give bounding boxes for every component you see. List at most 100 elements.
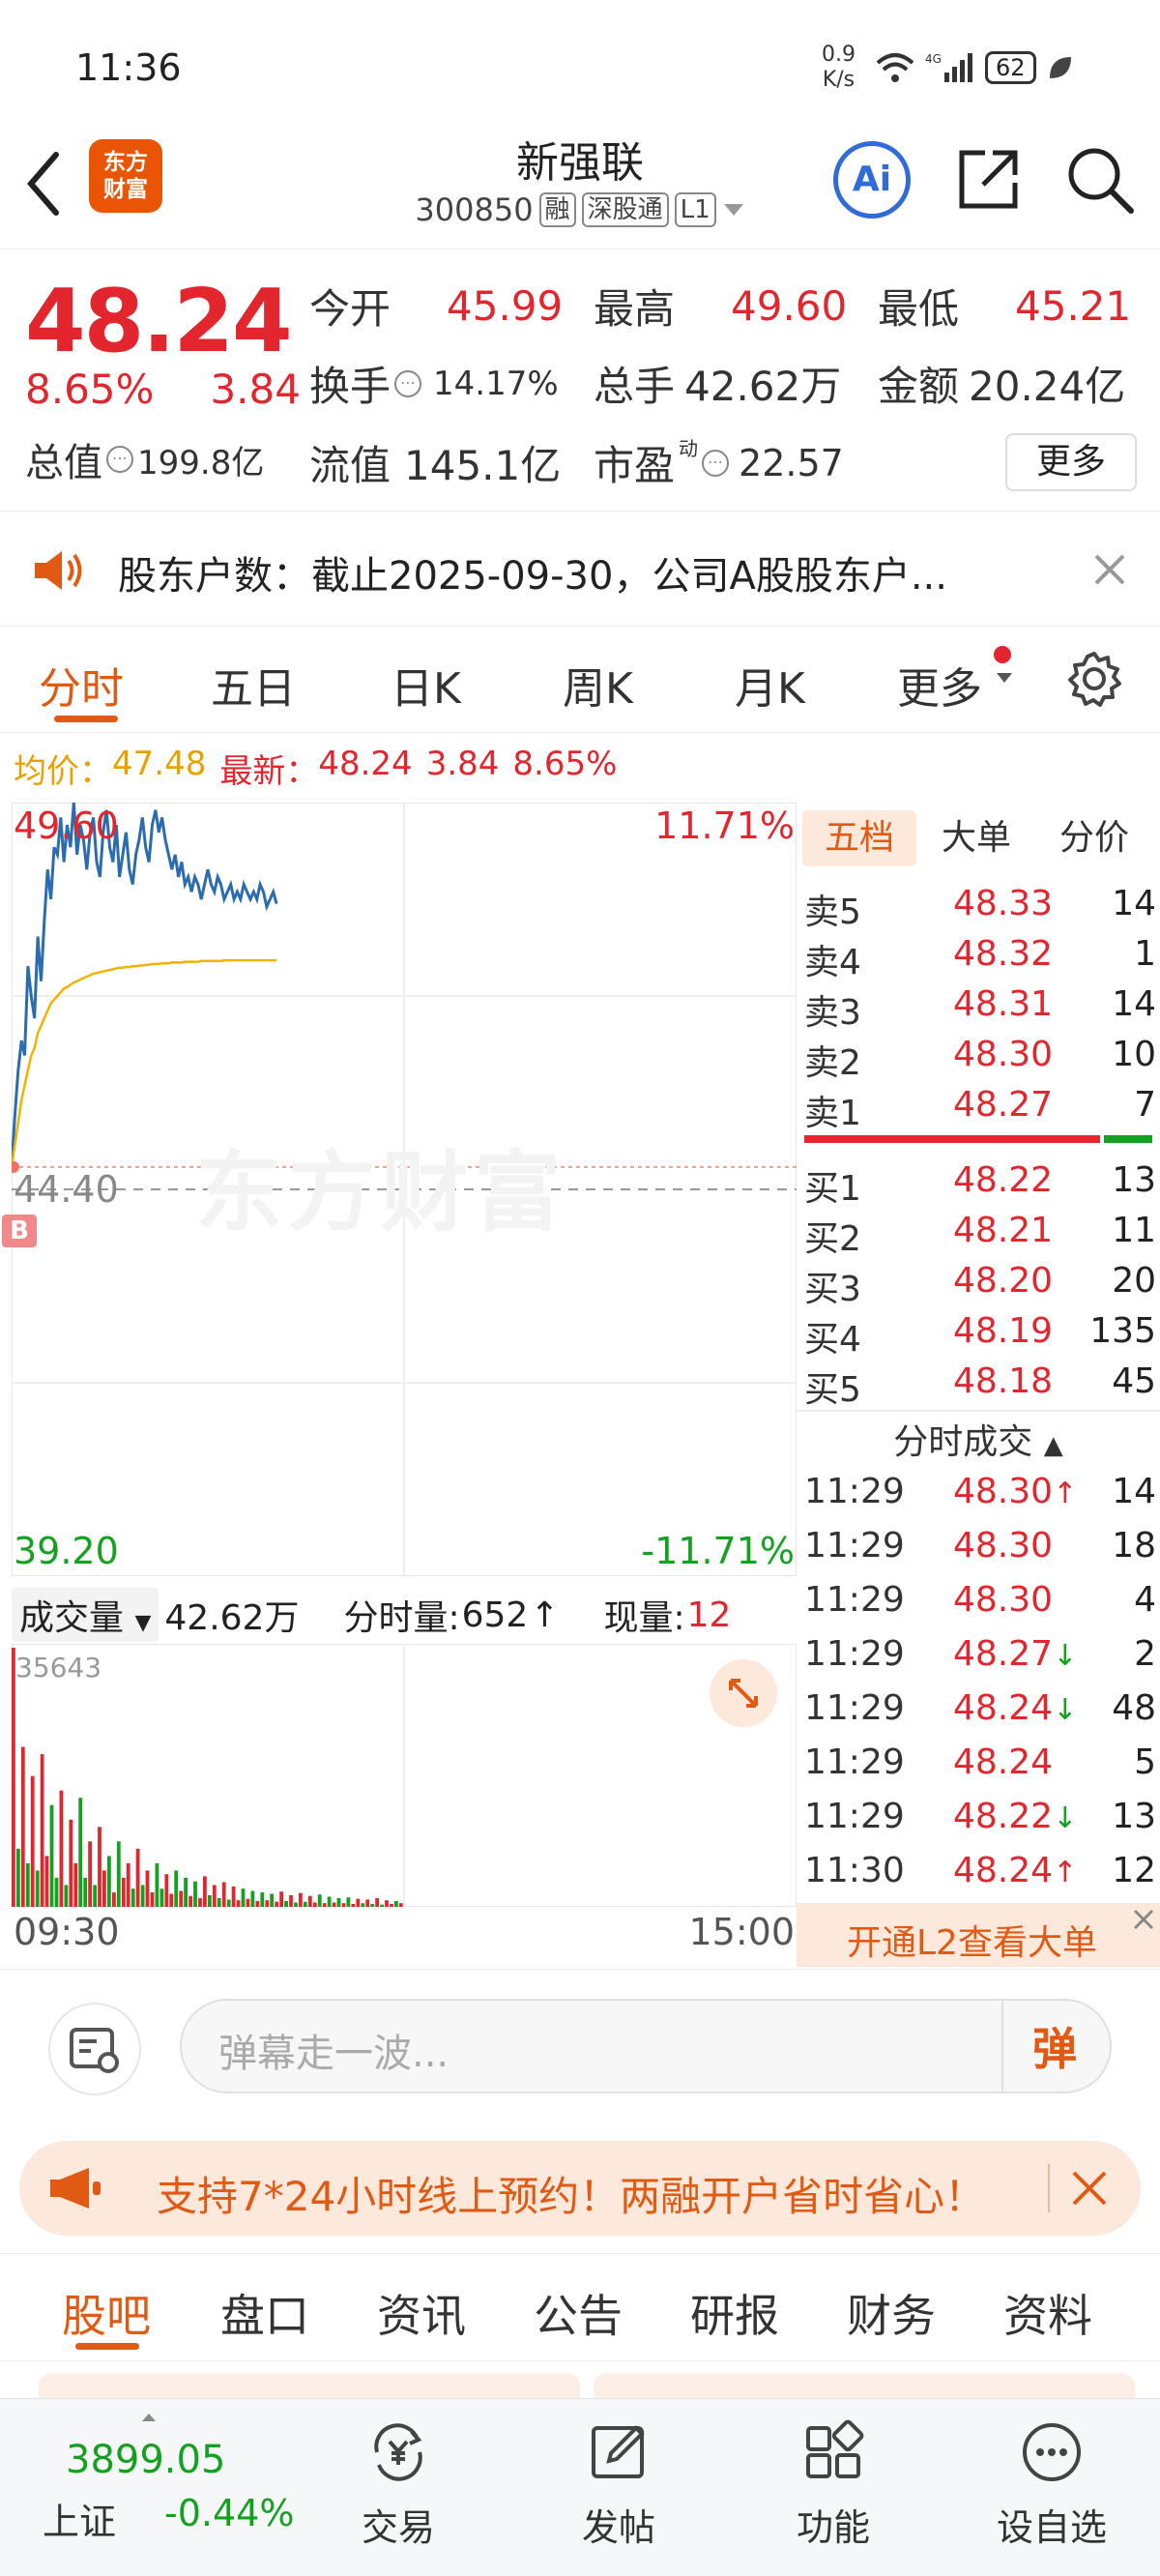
bid-row[interactable]: 买1 48.22 13 bbox=[804, 1160, 1160, 1211]
tick-row: 11:29 48.27↓ 2 bbox=[804, 1634, 1160, 1684]
tab-guba[interactable]: 股吧 bbox=[62, 2281, 151, 2345]
info-icon[interactable]: ⋯ bbox=[702, 449, 730, 477]
tab-intraday[interactable]: 分时 bbox=[39, 654, 124, 716]
ask-row[interactable]: 卖2 48.30 10 bbox=[804, 1035, 1160, 1085]
tab-five-level[interactable]: 五档 bbox=[802, 810, 916, 866]
tick-arrow-icon: ↑ bbox=[1053, 1856, 1078, 1889]
promo-banner[interactable]: 支持7*24小时线上预约！两融开户省时省心！ bbox=[19, 2141, 1141, 2236]
ai-button[interactable]: Ai bbox=[833, 141, 911, 219]
total-market-value[interactable]: 总值 ⋯ 199.8亿 bbox=[25, 431, 264, 487]
pe-value: 22.57 bbox=[739, 441, 844, 484]
pe-cell[interactable]: 市盈 动 ⋯ 22.57 bbox=[594, 433, 844, 492]
volume-bar bbox=[73, 1862, 78, 1907]
search-button[interactable] bbox=[1063, 143, 1136, 216]
volume-bar bbox=[64, 1885, 69, 1907]
tab-monthly-k[interactable]: 月K bbox=[735, 654, 805, 716]
danmu-input[interactable]: 弹幕走一波... 弹 bbox=[180, 1999, 1112, 2093]
tab-five-day[interactable]: 五日 bbox=[211, 654, 296, 716]
tick-row: 11:30 48.24↑ 12 bbox=[804, 1851, 1160, 1901]
tick-time: 11:29 bbox=[804, 1742, 905, 1782]
turnover-cell[interactable]: 换手 ⋯ 14.17% bbox=[309, 354, 559, 413]
wifi-icon bbox=[876, 53, 914, 82]
tab-announcements[interactable]: 公告 bbox=[534, 2281, 623, 2345]
volume-bar bbox=[40, 1754, 44, 1907]
stock-code-row: 300850 融 深股通 L1 bbox=[396, 191, 764, 228]
index-ticker[interactable]: 3899.05 上证 -0.44% bbox=[29, 2413, 319, 2558]
tab-research[interactable]: 研报 bbox=[690, 2281, 779, 2345]
nav-functions[interactable]: 功能 bbox=[746, 2418, 920, 2551]
volume-bar bbox=[150, 1892, 155, 1907]
bid-row[interactable]: 买2 48.21 11 bbox=[804, 1211, 1160, 1261]
nav-add-watchlist-label: 设自选 bbox=[996, 2506, 1107, 2549]
stock-name: 新强联 bbox=[516, 138, 644, 188]
tab-price-dist[interactable]: 分价 bbox=[1059, 810, 1129, 866]
back-button[interactable] bbox=[19, 145, 77, 222]
time-start: 09:30 bbox=[14, 1911, 120, 1953]
watermark: 东方财富 bbox=[195, 1142, 566, 1244]
tab-news[interactable]: 资讯 bbox=[377, 2281, 466, 2345]
amount-label: 金额 bbox=[878, 363, 960, 410]
nav-post[interactable]: 发帖 bbox=[532, 2418, 706, 2551]
volume-bar bbox=[188, 1895, 192, 1907]
expand-button[interactable] bbox=[710, 1659, 777, 1727]
eastmoney-logo: 东方 财富 bbox=[89, 139, 162, 213]
level-tag[interactable]: L1 bbox=[674, 192, 716, 227]
tab-daily-k[interactable]: 日K bbox=[391, 654, 461, 716]
tab-big-order[interactable]: 大单 bbox=[942, 810, 1011, 866]
tab-weekly-k[interactable]: 周K bbox=[563, 654, 633, 716]
notice-text: 股东户数：截止2025-09-30，公司A股股东户... bbox=[118, 554, 947, 599]
more-quote-button[interactable]: 更多 bbox=[1005, 433, 1137, 491]
close-icon[interactable] bbox=[1069, 2168, 1110, 2209]
bid-row[interactable]: 买3 48.20 20 bbox=[804, 1261, 1160, 1311]
leaf-icon bbox=[1049, 57, 1071, 78]
volume-indicator-select[interactable]: 成交量 ▼ bbox=[12, 1588, 160, 1642]
divider bbox=[797, 1410, 1160, 1412]
ask-qty: 14 bbox=[1112, 984, 1156, 1024]
volume-chart[interactable]: 35643 bbox=[11, 1643, 798, 1908]
change-row: 8.65% 3.84 bbox=[25, 366, 301, 413]
bid-row[interactable]: 买4 48.19 135 bbox=[804, 1311, 1160, 1361]
tick-time: 11:29 bbox=[804, 1688, 905, 1728]
top-price-label: 49.60 bbox=[14, 805, 119, 847]
tab-more[interactable]: 更多 bbox=[897, 654, 982, 716]
ask-level: 卖4 bbox=[804, 943, 861, 982]
volume-bar bbox=[198, 1898, 202, 1907]
tab-pankou[interactable]: 盘口 bbox=[220, 2281, 309, 2345]
caret-down-icon[interactable] bbox=[722, 200, 745, 220]
high-cell: 最高 49.60 bbox=[594, 277, 847, 336]
volume-bar bbox=[30, 1775, 35, 1907]
intraday-chart[interactable]: 东方财富 49.60 11.71% 44.40 B 39.20 -11.71% bbox=[2, 802, 798, 1577]
nav-trade[interactable]: 交易 bbox=[311, 2418, 485, 2551]
share-button[interactable] bbox=[952, 143, 1025, 216]
ask-row[interactable]: 卖4 48.32 1 bbox=[804, 934, 1160, 984]
bid-level: 买2 bbox=[804, 1219, 861, 1259]
ask-row[interactable]: 卖5 48.33 14 bbox=[804, 884, 1160, 934]
index-change: -0.44% bbox=[164, 2492, 295, 2534]
volume-bar bbox=[88, 1841, 92, 1907]
ask-row[interactable]: 卖1 48.27 7 bbox=[804, 1085, 1160, 1135]
ask-level: 卖3 bbox=[804, 993, 861, 1033]
avg-value: 47.48 bbox=[112, 745, 207, 783]
notice-bar[interactable]: 股东户数：截止2025-09-30，公司A股股东户... bbox=[0, 511, 1160, 627]
volume-bar bbox=[241, 1888, 246, 1907]
danmu-settings-button[interactable] bbox=[48, 2003, 141, 2095]
info-icon[interactable]: ⋯ bbox=[394, 369, 422, 397]
tab-profile[interactable]: 资料 bbox=[1003, 2281, 1092, 2345]
ticks-title[interactable]: 分时成交 ▲ bbox=[797, 1414, 1160, 1464]
buy-marker[interactable]: B bbox=[2, 1215, 37, 1247]
ask-row[interactable]: 卖3 48.31 14 bbox=[804, 984, 1160, 1035]
danmu-send-button[interactable]: 弹 bbox=[1032, 2014, 1077, 2078]
nav-add-watchlist[interactable]: 设自选 bbox=[965, 2418, 1139, 2551]
ask-price: 48.27 bbox=[953, 1085, 1054, 1125]
close-icon[interactable] bbox=[1092, 552, 1127, 587]
card-peek-left bbox=[39, 2373, 580, 2398]
info-icon[interactable]: ⋯ bbox=[106, 446, 133, 473]
volume-bar bbox=[83, 1877, 88, 1907]
tab-finance[interactable]: 财务 bbox=[847, 2281, 936, 2345]
bid-row[interactable]: 买5 48.18 45 bbox=[804, 1361, 1160, 1412]
settings-gear-icon[interactable] bbox=[1063, 648, 1125, 710]
active-tab-indicator bbox=[54, 716, 118, 722]
close-icon[interactable] bbox=[1129, 1905, 1158, 1934]
l2-upgrade-text: 开通L2查看大单 bbox=[847, 1923, 1097, 1963]
l2-upgrade-banner[interactable]: 开通L2查看大单 bbox=[797, 1903, 1160, 1967]
